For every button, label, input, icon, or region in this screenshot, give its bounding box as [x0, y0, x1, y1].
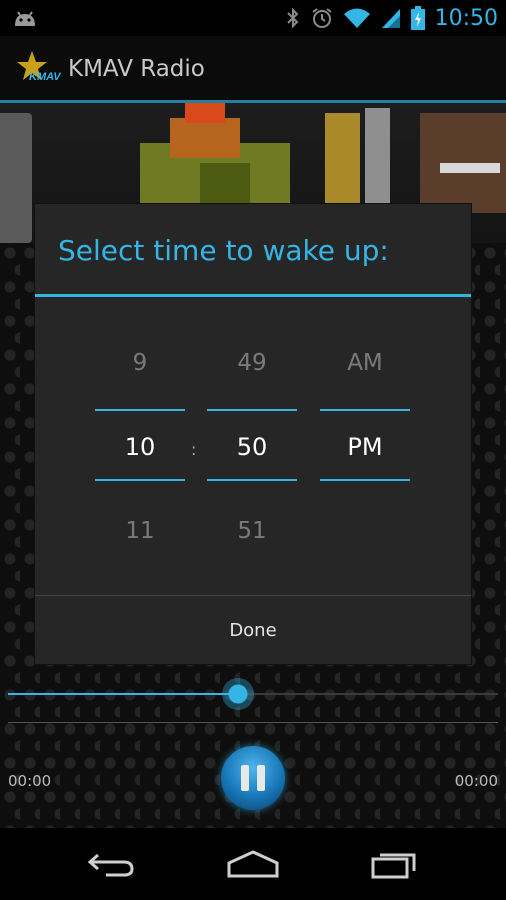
recent-apps-icon [371, 853, 416, 879]
pause-icon [241, 765, 249, 791]
ampm-prev[interactable]: AM [320, 350, 410, 376]
kmav-logo-icon[interactable]: KMAV [16, 50, 64, 88]
hour-picker[interactable]: 9 10 11 [95, 204, 185, 595]
alarm-icon [311, 7, 333, 29]
hour-top-line [95, 409, 185, 411]
action-bar: KMAV KMAV Radio [0, 36, 506, 100]
minute-current[interactable]: 50 [207, 433, 297, 461]
seek-progress [8, 693, 239, 695]
ampm-picker[interactable]: AM PM [320, 204, 410, 595]
logo-text: KMAV [29, 71, 62, 83]
signal-icon [381, 7, 401, 29]
seek-divider [8, 722, 498, 723]
artwork-side-panel [0, 113, 32, 243]
hour-prev[interactable]: 9 [95, 350, 185, 376]
app-title: KMAV Radio [68, 56, 205, 82]
time-separator: : [191, 440, 197, 459]
wifi-icon [343, 7, 371, 29]
seek-bar[interactable] [8, 678, 498, 710]
elapsed-time: 00:00 [8, 772, 52, 790]
pause-icon-bar [257, 765, 265, 791]
status-bar: 10:50 [0, 0, 506, 36]
pause-button[interactable] [221, 746, 285, 810]
minute-prev[interactable]: 49 [207, 350, 297, 376]
wake-time-dialog: Select time to wake up: 9 10 11 : 49 50 … [35, 204, 471, 664]
total-time: 00:00 [454, 772, 498, 790]
minute-picker[interactable]: 49 50 51 [207, 204, 297, 595]
home-icon [227, 850, 279, 878]
hour-bottom-line [95, 479, 185, 481]
ampm-current[interactable]: PM [320, 433, 410, 461]
back-icon [87, 853, 134, 877]
home-button[interactable] [218, 839, 288, 889]
done-button[interactable]: Done [35, 596, 471, 664]
minute-next[interactable]: 51 [207, 518, 297, 544]
ampm-bottom-line [320, 479, 410, 481]
android-notification-icon [12, 8, 38, 32]
hour-next[interactable]: 11 [95, 518, 185, 544]
minute-bottom-line [207, 479, 297, 481]
hour-current[interactable]: 10 [95, 433, 185, 461]
recent-apps-button[interactable] [360, 839, 430, 889]
battery-charging-icon [410, 6, 425, 30]
navigation-bar [0, 828, 506, 900]
back-button[interactable] [76, 839, 146, 889]
bluetooth-icon [285, 7, 301, 29]
status-clock: 10:50 [434, 5, 498, 31]
ampm-top-line [320, 409, 410, 411]
minute-top-line [207, 409, 297, 411]
